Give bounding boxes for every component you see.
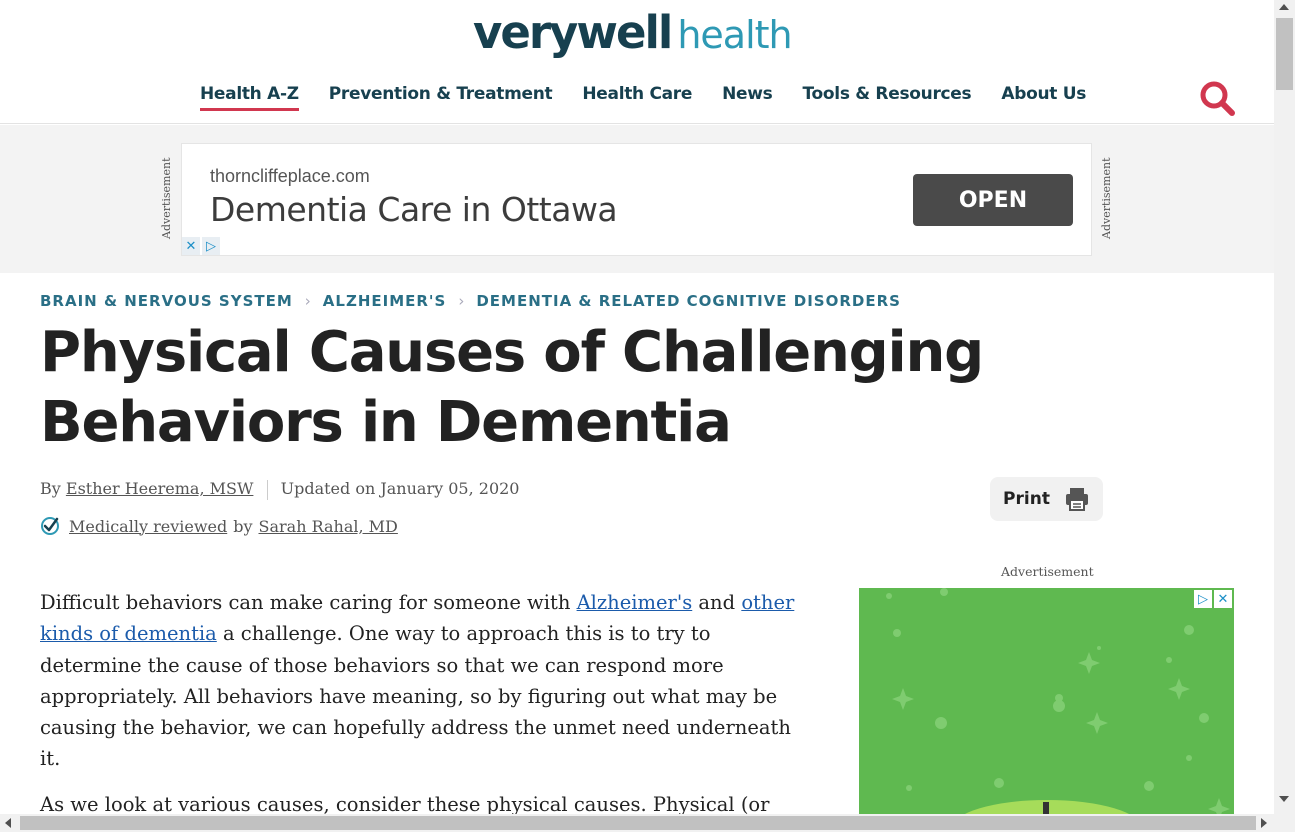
- ad-choices: ✕ ▷: [182, 237, 220, 255]
- side-ad[interactable]: ▷ ✕: [859, 588, 1234, 818]
- horizontal-scrollbar[interactable]: [0, 814, 1295, 832]
- ad-side-label-right: Advertisement: [1100, 157, 1113, 239]
- ad-side-label-left: Advertisement: [160, 157, 173, 239]
- article-body: Difficult behaviors can make caring for …: [40, 587, 810, 832]
- medically-reviewed-link[interactable]: Medically reviewed: [69, 517, 227, 536]
- chevron-right-icon: ›: [458, 292, 465, 310]
- side-ad-label: Advertisement: [1001, 564, 1094, 579]
- alzheimers-link[interactable]: Alzheimer's: [577, 591, 693, 614]
- nav-health-a-z[interactable]: Health A-Z: [200, 84, 299, 111]
- reviewed-check-icon: [41, 517, 59, 535]
- search-button[interactable]: [1197, 78, 1237, 118]
- print-button[interactable]: Print: [990, 477, 1103, 521]
- ad-open-button[interactable]: OPEN: [913, 174, 1073, 226]
- search-icon: [1200, 81, 1235, 116]
- logo-verywell: verywell: [473, 6, 673, 59]
- nav-news[interactable]: News: [722, 84, 773, 111]
- byline-divider: [266, 479, 268, 500]
- scroll-right-icon[interactable]: [1261, 818, 1267, 828]
- byline: By Esther Heerema, MSW Updated on Januar…: [40, 479, 519, 500]
- nav-prevention-treatment[interactable]: Prevention & Treatment: [329, 84, 553, 111]
- ad-info-icon[interactable]: ▷: [202, 237, 220, 255]
- site-header: verywell health Health A-Z Prevention & T…: [0, 0, 1274, 124]
- horizontal-scroll-thumb[interactable]: [20, 816, 1256, 830]
- chevron-right-icon: ›: [304, 292, 311, 310]
- ad-info-icon[interactable]: ▷: [1194, 590, 1212, 608]
- reviewer-link[interactable]: Sarah Rahal, MD: [259, 517, 398, 536]
- main-nav: Health A-Z Prevention & Treatment Health…: [200, 84, 1086, 111]
- print-label: Print: [1003, 489, 1050, 509]
- breadcrumb-dementia[interactable]: DEMENTIA & RELATED COGNITIVE DISORDERS: [476, 292, 901, 310]
- ad-close-icon[interactable]: ✕: [1214, 590, 1232, 608]
- side-ad-choices: ▷ ✕: [1194, 590, 1232, 608]
- nav-health-care[interactable]: Health Care: [582, 84, 692, 111]
- scroll-down-icon[interactable]: [1279, 796, 1289, 802]
- printer-icon: [1065, 488, 1088, 511]
- page-title: Physical Causes of Challenging Behaviors…: [40, 320, 984, 455]
- ad-close-icon[interactable]: ✕: [182, 237, 200, 255]
- nav-about-us[interactable]: About Us: [1001, 84, 1086, 111]
- ad-domain: thorncliffeplace.com: [210, 166, 370, 186]
- top-ad[interactable]: thorncliffeplace.com Dementia Care in Ot…: [181, 143, 1092, 256]
- medical-review: Medically reviewed by Sarah Rahal, MD: [40, 516, 398, 536]
- breadcrumb-brain-nervous-system[interactable]: BRAIN & NERVOUS SYSTEM: [40, 292, 293, 310]
- vertical-scroll-thumb[interactable]: [1276, 18, 1293, 90]
- ad-headline: Dementia Care in Ottawa: [210, 190, 618, 229]
- updated-date: Updated on January 05, 2020: [280, 479, 520, 498]
- breadcrumb-alzheimers[interactable]: ALZHEIMER'S: [323, 292, 447, 310]
- author-link[interactable]: Esther Heerema, MSW: [66, 479, 254, 498]
- breadcrumb: BRAIN & NERVOUS SYSTEM › ALZHEIMER'S › D…: [40, 292, 901, 310]
- nav-tools-resources[interactable]: Tools & Resources: [803, 84, 972, 111]
- review-by: by: [233, 516, 253, 536]
- paragraph: Difficult behaviors can make caring for …: [40, 591, 795, 771]
- logo-health: health: [677, 13, 792, 57]
- byline-by: By: [40, 479, 61, 498]
- scroll-left-icon[interactable]: [5, 818, 11, 828]
- vertical-scrollbar[interactable]: [1274, 0, 1295, 814]
- ad-artwork: [886, 588, 1230, 818]
- site-logo[interactable]: verywell health: [473, 6, 793, 59]
- scroll-up-icon[interactable]: [1279, 4, 1289, 10]
